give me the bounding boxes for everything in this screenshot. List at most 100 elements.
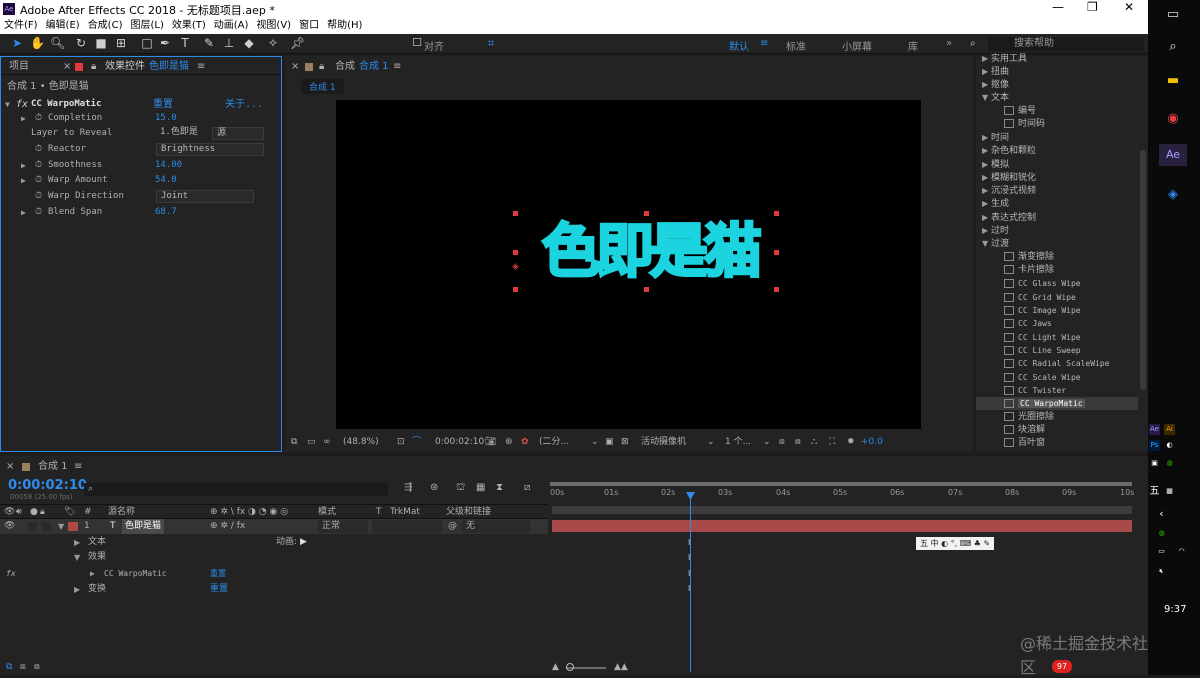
- shy-layers-icon[interactable]: ⛫: [456, 482, 465, 495]
- layer-label-color[interactable]: [68, 522, 78, 531]
- toggle-pixel-aspect-icon[interactable]: ⧈: [779, 434, 785, 450]
- effect-item[interactable]: CC Radial ScaleWipe: [976, 357, 1138, 370]
- wifi-icon[interactable]: ◠: [1176, 546, 1187, 557]
- reset-button[interactable]: 重置: [210, 582, 228, 597]
- rectangle-tool-icon[interactable]: □: [140, 36, 154, 50]
- reactor-select[interactable]: Brightness: [156, 143, 264, 156]
- expand-icon[interactable]: ▶: [21, 173, 26, 188]
- ime-toolbar[interactable]: 五 中 ◐ °, ⌨ ♣ ✎: [916, 537, 995, 550]
- motion-blur-icon[interactable]: ⧗: [496, 482, 503, 493]
- effect-category[interactable]: ▼ 文本: [976, 91, 1138, 104]
- monitor-icon[interactable]: ▭: [307, 434, 316, 450]
- layer-select[interactable]: 1.色即是: [156, 127, 208, 140]
- anchor-point-icon[interactable]: ◈: [512, 262, 519, 272]
- effect-category[interactable]: ▶ 杂色和颗粒: [976, 144, 1138, 157]
- puppet-tool-icon[interactable]: 📌︎: [290, 36, 305, 50]
- pan-behind-tool-icon[interactable]: ⊞: [114, 36, 128, 50]
- layer-row[interactable]: 👁︎ ▼ 1 T 色即是猫 ⊕ ✲ / fx 正常 @ 无: [0, 519, 548, 534]
- stopwatch-icon[interactable]: ⏱︎: [35, 189, 42, 204]
- draft-3d-icon[interactable]: ⊛: [430, 482, 438, 493]
- effect-category[interactable]: ▶ 时间: [976, 131, 1138, 144]
- expand-icon[interactable]: ▶: [21, 205, 26, 220]
- menu-animation[interactable]: 动画(A): [210, 18, 253, 34]
- timeline-tab[interactable]: 合成 1: [38, 459, 68, 474]
- ai-tray-icon[interactable]: Ai: [1164, 424, 1175, 435]
- time-navigator[interactable]: [550, 482, 1132, 486]
- expand-icon[interactable]: ▶: [74, 582, 80, 597]
- effect-item[interactable]: CC Jaws: [976, 317, 1138, 330]
- after-effects-icon[interactable]: Ae: [1159, 144, 1187, 166]
- exposure-icon[interactable]: ✹: [847, 434, 855, 450]
- menu-window[interactable]: 窗口: [295, 18, 323, 34]
- collapse-icon[interactable]: ▼: [74, 550, 80, 565]
- effects-scrollbar[interactable]: [1140, 150, 1146, 390]
- effect-category[interactable]: ▶ 生成: [976, 197, 1138, 210]
- transform-handle[interactable]: [774, 287, 779, 292]
- stopwatch-icon[interactable]: ⏱︎: [35, 111, 42, 126]
- align-checkbox[interactable]: ☐: [410, 36, 424, 50]
- stopwatch-icon[interactable]: ⏱︎: [35, 158, 42, 173]
- transparency-grid-icon[interactable]: ⊠: [621, 434, 629, 450]
- comp-tab-label[interactable]: 合成: [335, 59, 355, 74]
- timeline-icon[interactable]: ⛬: [811, 434, 817, 450]
- camera-select[interactable]: 活动摄像机: [641, 434, 686, 450]
- workspace-libraries[interactable]: 库: [908, 38, 918, 53]
- transform-handle[interactable]: [513, 287, 518, 292]
- close-tab-icon[interactable]: ×: [6, 459, 14, 474]
- transform-handle[interactable]: [513, 250, 518, 255]
- battery-icon[interactable]: ▭: [1156, 546, 1167, 557]
- ime-indicator[interactable]: 五: [1149, 486, 1160, 497]
- panel-menu-icon[interactable]: ≡: [393, 59, 401, 74]
- effect-category[interactable]: ▼ 过渡: [976, 237, 1138, 250]
- effect-item[interactable]: CC Light Wipe: [976, 331, 1138, 344]
- pick-whip-icon[interactable]: @: [448, 519, 457, 534]
- mask-toggle-icon[interactable]: ⌒: [412, 434, 421, 450]
- zoom-out-icon[interactable]: ▲: [552, 660, 559, 675]
- blend-mode-select[interactable]: 正常: [318, 520, 368, 533]
- close-tab-icon[interactable]: ×: [291, 59, 299, 74]
- zoom-in-icon[interactable]: ▲▲: [614, 660, 628, 675]
- solo-box[interactable]: [28, 522, 37, 531]
- zoom-tool-icon[interactable]: 🔍︎: [50, 36, 65, 50]
- layer-duration-bar[interactable]: [552, 520, 1132, 532]
- layer-name[interactable]: 色即是猫: [122, 519, 165, 534]
- fast-previews-icon[interactable]: ⧇: [795, 434, 801, 450]
- workspace-standard[interactable]: 标准: [786, 38, 806, 53]
- effect-category[interactable]: ▶ 沉浸式视频: [976, 184, 1138, 197]
- about-button[interactable]: 关于...: [225, 97, 263, 112]
- transform-handle[interactable]: [644, 211, 649, 216]
- ae-tray-icon[interactable]: Ae: [1149, 424, 1160, 435]
- effect-category[interactable]: ▶ 表达式控制: [976, 211, 1138, 224]
- effect-category[interactable]: ▶ 实用工具: [976, 52, 1138, 65]
- lock-icon[interactable]: 🔒︎: [91, 59, 96, 74]
- mode-column[interactable]: 模式: [318, 505, 336, 520]
- work-area-bar[interactable]: [552, 506, 1132, 514]
- layer-switches[interactable]: ⊕ ✲ / fx: [210, 519, 245, 534]
- graph-editor-icon[interactable]: ⧄: [524, 482, 530, 493]
- effect-item-selected[interactable]: CC WarpoMatic: [976, 397, 1138, 410]
- effect-item[interactable]: 编号: [976, 105, 1138, 118]
- exposure-value[interactable]: +0.0: [861, 434, 883, 450]
- close-icon[interactable]: ✕: [1124, 0, 1134, 14]
- clock[interactable]: 9:37: [1164, 604, 1186, 615]
- source-name-column[interactable]: 源名称: [108, 505, 135, 520]
- prop-value[interactable]: 54.0: [155, 173, 177, 188]
- rotate-tool-icon[interactable]: ↻: [74, 36, 88, 50]
- close-tab-icon[interactable]: ×: [63, 59, 71, 74]
- menu-help[interactable]: 帮助(H): [323, 18, 366, 34]
- hand-tool-icon[interactable]: ✋: [30, 36, 45, 50]
- workspace-small-screen[interactable]: 小屏幕: [842, 38, 872, 53]
- stopwatch-icon[interactable]: ⏱︎: [35, 205, 42, 220]
- transform-handle[interactable]: [644, 287, 649, 292]
- search-icon[interactable]: ⌕: [1162, 36, 1184, 58]
- menu-edit[interactable]: 编辑(E): [42, 18, 84, 34]
- transform-handle[interactable]: [774, 250, 779, 255]
- animate-button-icon[interactable]: ▶: [300, 535, 307, 550]
- frame-blending-icon[interactable]: ▦: [476, 482, 485, 493]
- effect-item[interactable]: CC Line Sweep: [976, 344, 1138, 357]
- effect-category[interactable]: ▶ 过时: [976, 224, 1138, 237]
- effect-item[interactable]: 块溶解: [976, 424, 1138, 437]
- wechat-tray-icon[interactable]: ◍: [1164, 458, 1175, 469]
- chevron-down-icon[interactable]: ⌄: [707, 434, 715, 450]
- prop-value[interactable]: 14.00: [155, 158, 182, 173]
